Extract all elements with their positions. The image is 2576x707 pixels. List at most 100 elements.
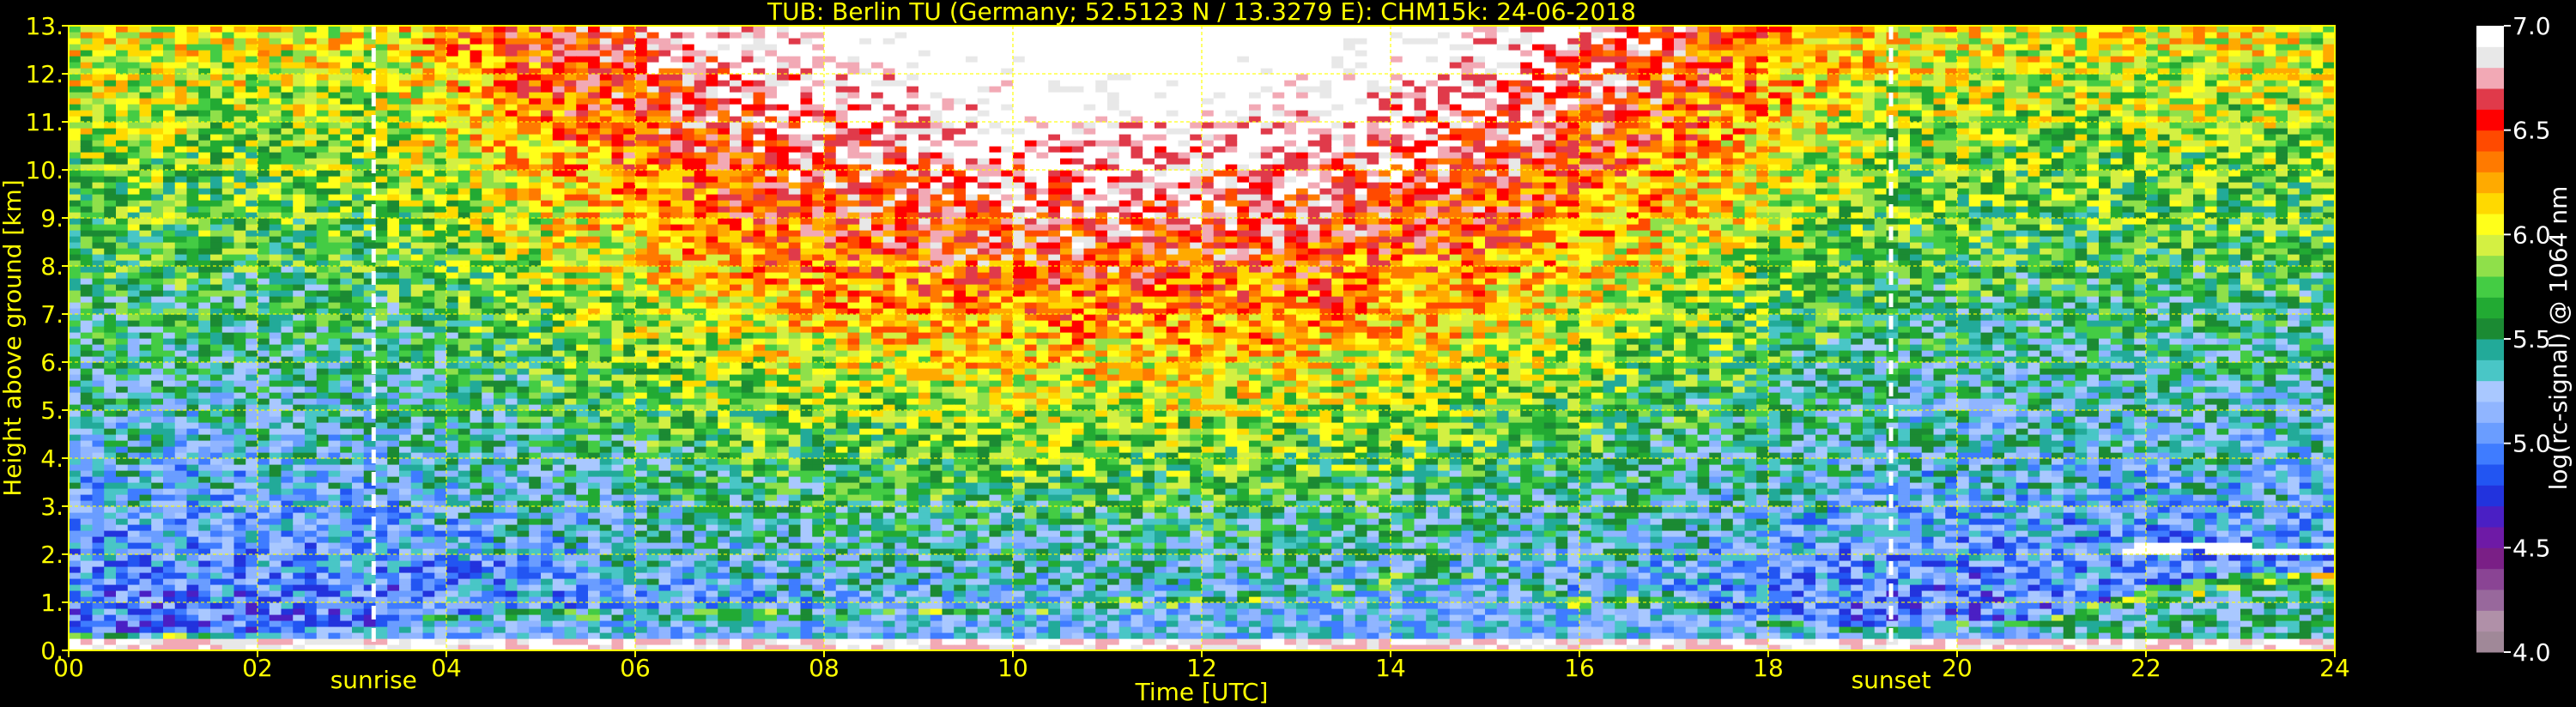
heatmap-cell [600, 392, 612, 399]
heatmap-cell [423, 332, 435, 339]
heatmap-cell [222, 248, 234, 255]
heatmap-cell [175, 176, 187, 183]
heatmap-cell [245, 236, 258, 243]
heatmap-cell [553, 74, 565, 81]
heatmap-cell [506, 80, 518, 87]
heatmap-cell [541, 638, 553, 645]
heatmap-cell [175, 566, 187, 573]
heatmap-cell [93, 266, 105, 273]
heatmap-cell [482, 200, 494, 207]
heatmap-cell [305, 50, 317, 57]
heatmap-cell [93, 218, 105, 225]
heatmap-cell [423, 86, 435, 93]
heatmap-cell [576, 278, 588, 285]
heatmap-cell [116, 374, 128, 381]
heatmap-cell [565, 344, 577, 351]
heatmap-cell [104, 230, 116, 237]
heatmap-cell [222, 122, 234, 129]
heatmap-cell [623, 224, 635, 231]
heatmap-cell [529, 224, 541, 231]
heatmap-cell [387, 266, 399, 273]
heatmap-cell [529, 50, 541, 57]
heatmap-cell [518, 290, 530, 297]
heatmap-cell [376, 590, 388, 597]
heatmap-cell [151, 368, 163, 375]
heatmap-cell [529, 512, 541, 519]
heatmap-cell [93, 230, 105, 237]
heatmap-cell [411, 218, 423, 225]
heatmap-cell [222, 434, 234, 441]
heatmap-cell [364, 176, 376, 183]
heatmap-cell [104, 50, 116, 57]
heatmap-cell [635, 632, 647, 639]
heatmap-cell [506, 488, 518, 495]
heatmap-cell [175, 464, 187, 471]
heatmap-cell [470, 320, 482, 327]
heatmap-cell [411, 626, 423, 633]
heatmap-cell [81, 632, 93, 639]
heatmap-cell [234, 278, 246, 285]
heatmap-cell [600, 524, 612, 531]
heatmap-cell [446, 218, 458, 225]
heatmap-cell [576, 392, 588, 399]
heatmap-cell [482, 626, 494, 633]
heatmap-cell [305, 290, 317, 297]
heatmap-cell [434, 98, 446, 105]
heatmap-cell [434, 620, 446, 627]
heatmap-cell [163, 62, 175, 69]
heatmap-cell [376, 542, 388, 549]
heatmap-cell [329, 224, 341, 231]
heatmap-cell [446, 290, 458, 297]
heatmap-cell [458, 380, 470, 387]
heatmap-cell [245, 554, 258, 561]
heatmap-cell [411, 374, 423, 381]
heatmap-cell [270, 62, 282, 69]
heatmap-cell [93, 56, 105, 63]
heatmap-cell [411, 296, 423, 303]
heatmap-cell [387, 98, 399, 105]
heatmap-cell [434, 146, 446, 153]
heatmap-cell [623, 134, 635, 141]
heatmap-cell [293, 614, 305, 621]
heatmap-cell [151, 464, 163, 471]
heatmap-cell [387, 458, 399, 465]
heatmap-cell [282, 464, 294, 471]
heatmap-cell [128, 410, 140, 417]
heatmap-cell [140, 134, 152, 141]
heatmap-cell [518, 428, 530, 435]
heatmap-cell [116, 398, 128, 405]
heatmap-cell [588, 224, 600, 231]
heatmap-cell [104, 92, 116, 99]
heatmap-cell [104, 272, 116, 279]
heatmap-cell [506, 26, 518, 33]
heatmap-cell [600, 482, 612, 489]
heatmap-cell [446, 632, 458, 639]
heatmap-cell [553, 476, 565, 483]
heatmap-cell [612, 170, 624, 177]
heatmap-cell [81, 398, 93, 405]
heatmap-cell [458, 578, 470, 585]
heatmap-cell [222, 230, 234, 237]
heatmap-cell [258, 290, 270, 297]
heatmap-cell [151, 224, 163, 231]
heatmap-cell [245, 428, 258, 435]
heatmap-cell [470, 590, 482, 597]
heatmap-cell [151, 74, 163, 81]
heatmap-cell [623, 530, 635, 537]
heatmap-cell [376, 470, 388, 477]
heatmap-cell [623, 560, 635, 567]
heatmap-cell [245, 182, 258, 189]
heatmap-cell [387, 158, 399, 165]
heatmap-cell [245, 626, 258, 633]
heatmap-cell [163, 26, 175, 33]
heatmap-cell [399, 176, 411, 183]
heatmap-cell [600, 218, 612, 225]
heatmap-cell [376, 320, 388, 327]
heatmap-cell [458, 206, 470, 213]
heatmap-cell [305, 422, 317, 429]
heatmap-cell [222, 194, 234, 201]
heatmap-cell [470, 128, 482, 135]
heatmap-cell [293, 524, 305, 531]
heatmap-cell [128, 122, 140, 129]
heatmap-cell [387, 104, 399, 111]
